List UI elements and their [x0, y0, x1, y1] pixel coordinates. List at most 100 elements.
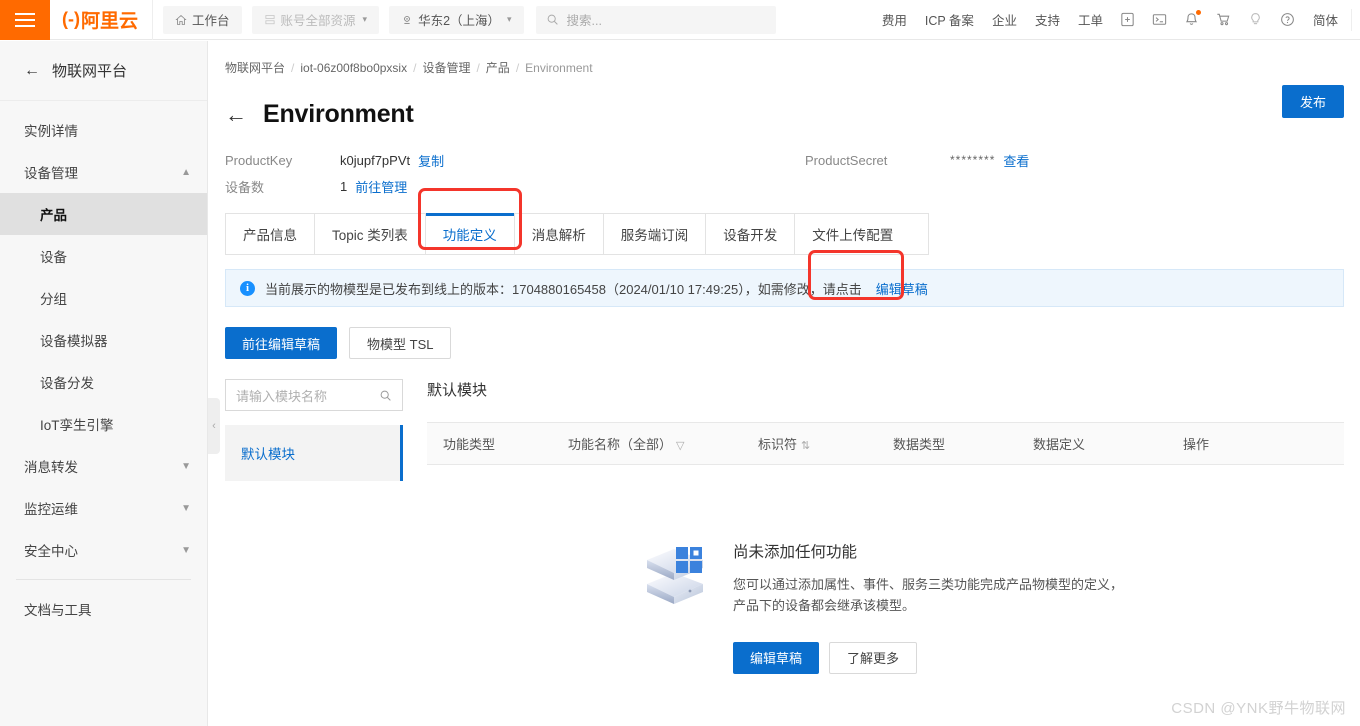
- device-count-label: 设备数: [225, 179, 265, 195]
- publish-button[interactable]: 发布: [1281, 85, 1344, 118]
- sidebar-group-security-center[interactable]: 安全中心 ▼: [0, 529, 207, 571]
- language-selector[interactable]: 简体: [1304, 10, 1347, 29]
- terminal-icon[interactable]: [1144, 0, 1176, 40]
- page-header: ← Environment 发布: [225, 85, 1360, 129]
- global-search-input[interactable]: 搜索...: [535, 5, 776, 34]
- notification-badge: [1195, 9, 1201, 15]
- tsl-model-button[interactable]: 物模型 TSL: [349, 327, 452, 359]
- aliyun-logo[interactable]: (-) 阿里云: [50, 0, 153, 40]
- topbar-link-fee[interactable]: 费用: [873, 10, 916, 29]
- filter-icon[interactable]: ▽: [676, 440, 684, 452]
- tab-label: Topic 类列表: [332, 228, 408, 243]
- sidebar-item-docs-tools[interactable]: 文档与工具: [0, 588, 207, 630]
- empty-state-title: 尚未添加任何功能: [733, 543, 858, 561]
- module-search-placeholder: 请输入模块名称: [236, 388, 328, 404]
- breadcrumb-item-1[interactable]: iot-06z00f8bo0pxsix: [300, 61, 407, 75]
- help-icon[interactable]: [1272, 0, 1304, 40]
- location-icon: [404, 15, 410, 24]
- sidebar-item-label: 产品: [40, 208, 67, 223]
- arrow-left-icon: ←: [24, 61, 40, 79]
- region-selector[interactable]: 华东2（上海） ▾: [389, 5, 524, 34]
- sidebar-group-device-management[interactable]: 设备管理 ▲: [0, 151, 207, 193]
- sidebar-collapse-handle[interactable]: ‹: [208, 398, 220, 454]
- region-label: 华东2（上海）: [418, 14, 501, 28]
- bulb-icon[interactable]: [1240, 0, 1272, 40]
- workbench-label: 工作台: [192, 14, 230, 28]
- sidebar-item-groups[interactable]: 分组: [0, 277, 207, 319]
- workbench-button[interactable]: 工作台: [163, 5, 242, 34]
- table-empty-row: 尚未添加任何功能 您可以通过添加属性、事件、服务三类功能完成产品物模型的定义，产…: [427, 464, 1344, 726]
- hamburger-icon[interactable]: [0, 0, 50, 40]
- tab-function-definition[interactable]: 功能定义: [425, 213, 515, 254]
- app-icon[interactable]: [1112, 0, 1144, 40]
- tab-label: 服务端订阅: [620, 228, 689, 243]
- sidebar-item-instance-detail[interactable]: 实例详情: [0, 109, 207, 151]
- tab-server-subscription[interactable]: 服务端订阅: [604, 214, 707, 254]
- product-secret-label: ProductSecret: [805, 152, 888, 168]
- chevron-left-icon: ‹: [212, 420, 216, 432]
- module-list-item-default[interactable]: 默认模块: [225, 425, 403, 481]
- column-label: 标识符: [758, 437, 798, 452]
- tab-topic-list[interactable]: Topic 类列表: [315, 214, 426, 254]
- back-arrow-icon[interactable]: ←: [225, 103, 247, 126]
- sort-icon[interactable]: ⇅: [801, 440, 810, 452]
- all-resources-button[interactable]: 账号全部资源 ▾: [251, 5, 380, 34]
- product-key-label: ProductKey: [225, 152, 293, 168]
- sidebar-item-device-simulator[interactable]: 设备模拟器: [0, 319, 207, 361]
- tab-product-info[interactable]: 产品信息: [226, 214, 315, 254]
- product-meta: ProductKey k0jupf7pPVt 复制 设备数 1 前往管理 Pro…: [225, 147, 1360, 199]
- sidebar-item-label: 实例详情: [24, 124, 78, 139]
- module-search-input[interactable]: 请输入模块名称: [225, 379, 403, 411]
- column-function-name[interactable]: 功能名称（全部） ▽: [552, 422, 742, 465]
- empty-state-text: 尚未添加任何功能 您可以通过添加属性、事件、服务三类功能完成产品物模型的定义，产…: [733, 536, 1133, 674]
- edit-draft-button[interactable]: 编辑草稿: [733, 641, 820, 674]
- tab-message-parsing[interactable]: 消息解析: [515, 214, 604, 254]
- column-identifier[interactable]: 标识符 ⇅: [742, 422, 877, 465]
- sidebar-group-monitoring-ops[interactable]: 监控运维 ▼: [0, 487, 207, 529]
- tab-label: 设备开发: [723, 228, 778, 243]
- cart-icon[interactable]: [1208, 0, 1240, 40]
- tab-label: 产品信息: [243, 228, 297, 243]
- learn-more-button[interactable]: 了解更多: [829, 641, 918, 674]
- tab-device-development[interactable]: 设备开发: [706, 214, 796, 254]
- breadcrumb-item-2[interactable]: 设备管理: [422, 59, 470, 76]
- topbar-link-ticket[interactable]: 工单: [1069, 10, 1112, 29]
- sidebar-group-message-forwarding[interactable]: 消息转发 ▼: [0, 445, 207, 487]
- meta-row-device-count: 设备数 1 前往管理: [225, 173, 1360, 199]
- all-resources-label: 账号全部资源: [280, 14, 356, 28]
- box-modules-icon: [643, 540, 707, 609]
- module-column: 请输入模块名称 默认模块: [225, 379, 403, 726]
- sidebar-item-device-distribution[interactable]: 设备分发: [0, 361, 207, 403]
- sidebar-item-label: 设备分发: [40, 376, 94, 391]
- column-label: 功能类型: [443, 437, 496, 452]
- column-operations: 操作: [1167, 422, 1344, 465]
- sidebar-item-label: 设备管理: [24, 166, 78, 181]
- breadcrumb-item-0[interactable]: 物联网平台: [225, 59, 285, 76]
- breadcrumb-separator: /: [476, 60, 480, 75]
- copy-product-key-button[interactable]: 复制: [418, 151, 444, 170]
- breadcrumb-item-3[interactable]: 产品: [486, 59, 510, 76]
- breadcrumb: 物联网平台 / iot-06z00f8bo0pxsix / 设备管理 / 产品 …: [209, 41, 1360, 76]
- home-icon: [175, 14, 187, 25]
- goto-edit-draft-button[interactable]: 前往编辑草稿: [225, 327, 338, 359]
- edit-draft-link[interactable]: 编辑草稿: [876, 279, 928, 298]
- sidebar-header-label: 物联网平台: [52, 63, 128, 80]
- sidebar-item-products[interactable]: 产品: [0, 193, 207, 235]
- topbar-link-enterprise[interactable]: 企业: [983, 10, 1026, 29]
- sidebar-item-devices[interactable]: 设备: [0, 235, 207, 277]
- bell-icon[interactable]: [1176, 0, 1208, 40]
- view-product-secret-button[interactable]: 查看: [1003, 151, 1029, 170]
- breadcrumb-item-4: Environment: [525, 60, 593, 75]
- chevron-down-icon: ▼: [181, 460, 191, 472]
- goto-manage-link[interactable]: 前往管理: [355, 177, 407, 196]
- tab-file-upload-config[interactable]: 文件上传配置: [795, 214, 910, 254]
- sidebar-item-iot-twin-engine[interactable]: IoT孪生引擎: [0, 403, 207, 445]
- topbar-link-icp[interactable]: ICP 备案: [916, 10, 983, 29]
- column-label: 功能名称（全部）: [568, 437, 673, 452]
- product-secret-value: ********: [950, 153, 996, 167]
- sidebar-item-label: 设备: [40, 250, 67, 265]
- app-root: (-) 阿里云 工作台 账号全部资源 ▾ 华东2（上海） ▾ 搜索... 费用 …: [0, 0, 1360, 726]
- topbar-link-support[interactable]: 支持: [1026, 10, 1069, 29]
- search-icon: [380, 390, 391, 401]
- sidebar-header[interactable]: ← 物联网平台: [0, 41, 207, 101]
